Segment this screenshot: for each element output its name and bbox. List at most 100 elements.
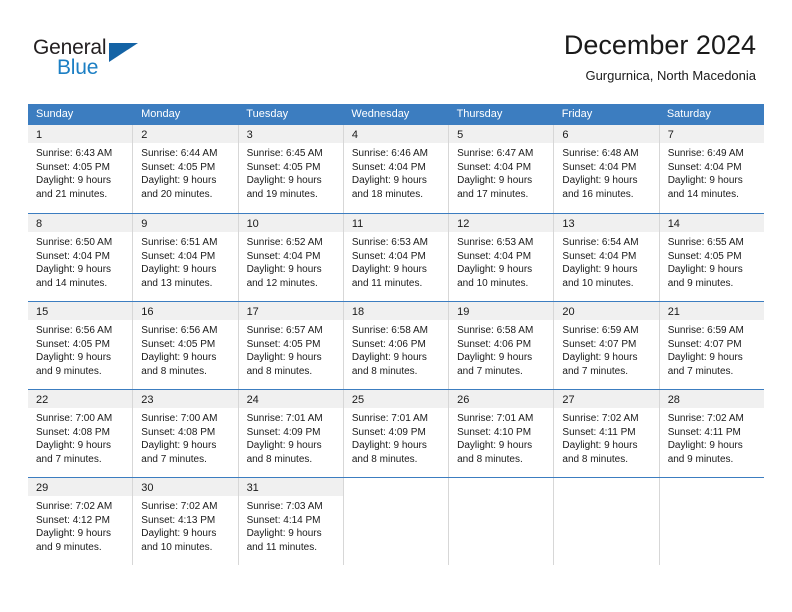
day-details: Sunrise: 6:52 AM Sunset: 4:04 PM Daylight:… (239, 232, 343, 290)
calendar-day-cell[interactable]: 7 Sunrise: 6:49 AM Sunset: 4:04 PM Daylight… (658, 125, 764, 213)
date-number: 17 (246, 306, 259, 318)
page-header: General Blue December 2024 Gurgurnica, N… (0, 0, 792, 100)
date-number: 8 (36, 218, 43, 230)
calendar-day-cell[interactable]: 6 Sunrise: 6:48 AM Sunset: 4:04 PM Daylight… (553, 125, 659, 213)
sunrise-text: Sunrise: 6:58 AM (457, 325, 534, 336)
date-number: 21 (667, 306, 680, 318)
date-number-band: 21 (659, 302, 764, 320)
daylight-text-line1: Daylight: 9 hours (141, 352, 217, 363)
sunset-text: Sunset: 4:05 PM (246, 161, 321, 173)
calendar-day-cell[interactable]: 17 Sunrise: 6:57 AM Sunset: 4:05 PM Dayligh… (237, 302, 343, 389)
sunset-text: Sunset: 4:04 PM (457, 250, 532, 262)
calendar-day-cell[interactable]: 26 Sunrise: 7:01 AM Sunset: 4:10 PM Dayligh… (448, 390, 554, 477)
calendar-day-cell[interactable]: 21 Sunrise: 6:59 AM Sunset: 4:07 PM Dayligh… (658, 302, 764, 389)
day-header-friday: Friday (561, 108, 593, 120)
calendar-day-cell[interactable]: 5 Sunrise: 6:47 AM Sunset: 4:04 PM Daylight… (448, 125, 554, 213)
date-number-band: 2 (133, 125, 238, 143)
calendar-day-cell[interactable]: 9 Sunrise: 6:51 AM Sunset: 4:04 PM Daylight… (132, 214, 238, 301)
calendar-day-cell[interactable]: 2 Sunrise: 6:44 AM Sunset: 4:05 PM Daylight… (132, 125, 238, 213)
date-number: 13 (562, 218, 575, 230)
calendar-day-cell[interactable]: 20 Sunrise: 6:59 AM Sunset: 4:07 PM Dayligh… (553, 302, 659, 389)
day-details (449, 496, 553, 500)
calendar-day-cell[interactable]: 8 Sunrise: 6:50 AM Sunset: 4:04 PM Daylight… (28, 214, 133, 301)
daylight-text-line1: Daylight: 9 hours (562, 264, 638, 275)
day-details: Sunrise: 7:00 AM Sunset: 4:08 PM Daylight:… (133, 408, 237, 466)
daylight-text-line1: Daylight: 9 hours (246, 175, 322, 186)
date-number-band: 23 (133, 390, 238, 408)
title-block: December 2024 Gurgurnica, North Macedoni… (564, 28, 756, 85)
daylight-text-line1: Daylight: 9 hours (351, 264, 427, 275)
calendar-day-cell[interactable]: 14 Sunrise: 6:55 AM Sunset: 4:05 PM Dayligh… (658, 214, 764, 301)
calendar-day-cell[interactable]: 25 Sunrise: 7:01 AM Sunset: 4:09 PM Dayligh… (342, 390, 449, 477)
day-header-saturday: Saturday (666, 108, 711, 120)
calendar-day-cell[interactable]: 16 Sunrise: 6:56 AM Sunset: 4:05 PM Dayligh… (132, 302, 238, 389)
calendar-day-cell[interactable]: 28 Sunrise: 7:02 AM Sunset: 4:11 PM Dayligh… (658, 390, 764, 477)
general-blue-logo[interactable]: General Blue (33, 36, 153, 82)
calendar-day-cell[interactable]: 4 Sunrise: 6:46 AM Sunset: 4:04 PM Daylight… (342, 125, 449, 213)
sunset-text: Sunset: 4:13 PM (141, 514, 216, 526)
date-number: 23 (141, 394, 154, 406)
sunrise-text: Sunrise: 6:46 AM (351, 148, 428, 159)
calendar-day-cell[interactable]: 22 Sunrise: 7:00 AM Sunset: 4:08 PM Dayligh… (28, 390, 133, 477)
date-number-band: 1 (28, 125, 133, 143)
date-number-band: 11 (343, 214, 449, 232)
sunrise-text: Sunrise: 6:49 AM (667, 148, 744, 159)
calendar-day-cell[interactable]: 3 Sunrise: 6:45 AM Sunset: 4:05 PM Daylight… (237, 125, 343, 213)
calendar-day-cell[interactable]: 19 Sunrise: 6:58 AM Sunset: 4:06 PM Dayligh… (448, 302, 554, 389)
calendar-day-cell[interactable]: 1 Sunrise: 6:43 AM Sunset: 4:05 PM Daylight… (28, 125, 133, 213)
calendar-day-cell[interactable]: 24 Sunrise: 7:01 AM Sunset: 4:09 PM Dayligh… (237, 390, 343, 477)
calendar-day-cell[interactable]: 13 Sunrise: 6:54 AM Sunset: 4:04 PM Dayligh… (553, 214, 659, 301)
day-details: Sunrise: 7:02 AM Sunset: 4:13 PM Daylight:… (133, 496, 237, 554)
sunrise-text: Sunrise: 6:53 AM (457, 237, 534, 248)
day-details: Sunrise: 6:56 AM Sunset: 4:05 PM Daylight:… (28, 320, 132, 378)
date-number: 6 (562, 129, 569, 141)
day-details: Sunrise: 6:58 AM Sunset: 4:06 PM Daylight:… (344, 320, 448, 378)
calendar-day-cell[interactable]: 12 Sunrise: 6:53 AM Sunset: 4:04 PM Dayligh… (448, 214, 554, 301)
daylight-text-line2: and 13 minutes. (141, 277, 213, 289)
day-details: Sunrise: 6:53 AM Sunset: 4:04 PM Daylight:… (449, 232, 553, 290)
day-details: Sunrise: 7:01 AM Sunset: 4:09 PM Daylight:… (344, 408, 448, 466)
daylight-text-line1: Daylight: 9 hours (36, 352, 112, 363)
date-number: 14 (667, 218, 680, 230)
daylight-text-line2: and 9 minutes. (667, 277, 734, 289)
day-details: Sunrise: 6:44 AM Sunset: 4:05 PM Daylight:… (133, 143, 237, 201)
calendar-day-cell[interactable]: 10 Sunrise: 6:52 AM Sunset: 4:04 PM Dayligh… (237, 214, 343, 301)
calendar-day-cell[interactable]: 27 Sunrise: 7:02 AM Sunset: 4:11 PM Dayligh… (553, 390, 659, 477)
daylight-text-line1: Daylight: 9 hours (36, 528, 112, 539)
daylight-text-line1: Daylight: 9 hours (457, 264, 533, 275)
day-details: Sunrise: 6:53 AM Sunset: 4:04 PM Daylight:… (344, 232, 448, 290)
date-number-band: 7 (659, 125, 764, 143)
daylight-text-line2: and 8 minutes. (246, 365, 313, 377)
sunset-text: Sunset: 4:14 PM (246, 514, 321, 526)
sunrise-text: Sunrise: 7:02 AM (36, 501, 113, 512)
sunset-text: Sunset: 4:11 PM (667, 426, 741, 438)
daylight-text-line1: Daylight: 9 hours (141, 440, 217, 451)
date-number-band: 9 (133, 214, 238, 232)
sunset-text: Sunset: 4:04 PM (562, 250, 637, 262)
calendar-day-cell[interactable]: 23 Sunrise: 7:00 AM Sunset: 4:08 PM Dayligh… (132, 390, 238, 477)
day-details: Sunrise: 6:51 AM Sunset: 4:04 PM Daylight:… (133, 232, 237, 290)
sunrise-text: Sunrise: 6:55 AM (667, 237, 744, 248)
calendar-day-cell[interactable]: 11 Sunrise: 6:53 AM Sunset: 4:04 PM Dayligh… (342, 214, 449, 301)
date-number: 4 (351, 129, 358, 141)
day-details: Sunrise: 6:47 AM Sunset: 4:04 PM Daylight:… (449, 143, 553, 201)
daylight-text-line2: and 7 minutes. (667, 365, 734, 377)
calendar-page: General Blue December 2024 Gurgurnica, N… (0, 0, 792, 612)
calendar-day-cell[interactable]: 15 Sunrise: 6:56 AM Sunset: 4:05 PM Dayligh… (28, 302, 133, 389)
daylight-text-line2: and 21 minutes. (36, 188, 108, 200)
calendar-day-cell[interactable]: 31 Sunrise: 7:03 AM Sunset: 4:14 PM Dayligh… (237, 478, 343, 565)
sunset-text: Sunset: 4:04 PM (667, 161, 742, 173)
date-number-band: 31 (238, 478, 343, 496)
calendar-day-cell[interactable]: 18 Sunrise: 6:58 AM Sunset: 4:06 PM Dayligh… (342, 302, 449, 389)
calendar-day-cell-empty (658, 478, 764, 565)
daylight-text-line1: Daylight: 9 hours (141, 528, 217, 539)
date-number: 16 (141, 306, 154, 318)
daylight-text-line2: and 8 minutes. (562, 453, 629, 465)
calendar-day-cell[interactable]: 30 Sunrise: 7:02 AM Sunset: 4:13 PM Dayligh… (132, 478, 238, 565)
day-header-tuesday: Tuesday (246, 108, 289, 120)
daylight-text-line2: and 7 minutes. (36, 453, 102, 465)
calendar-day-cell[interactable]: 29 Sunrise: 7:02 AM Sunset: 4:12 PM Dayligh… (28, 478, 133, 565)
daylight-text-line2: and 17 minutes. (457, 188, 529, 200)
date-number: 27 (562, 394, 575, 406)
sunset-text: Sunset: 4:04 PM (351, 250, 426, 262)
